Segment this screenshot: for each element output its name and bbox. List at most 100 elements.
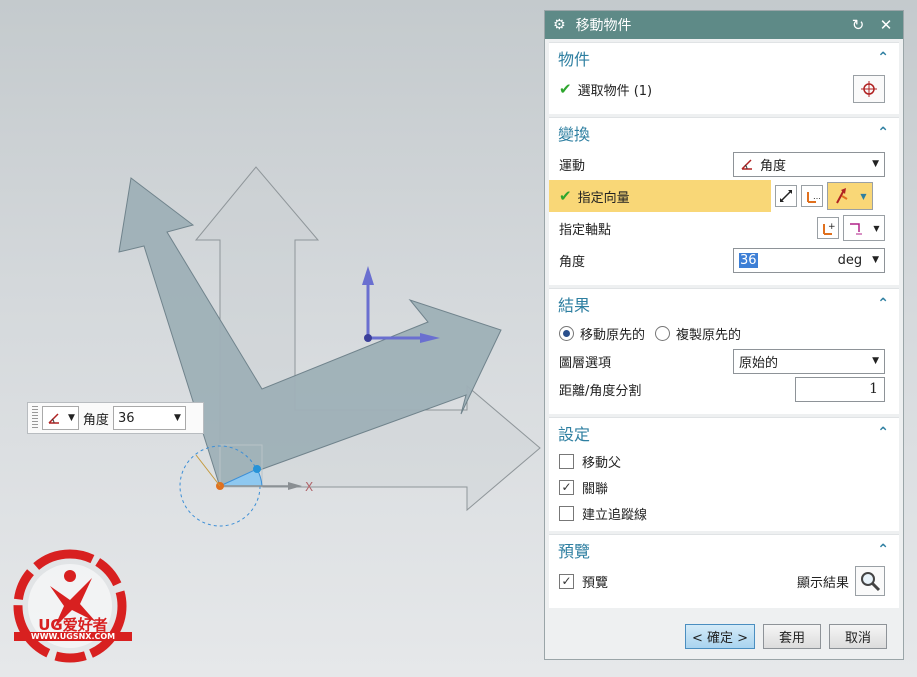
logo-graphic xyxy=(13,549,127,663)
preview-checkbox[interactable]: ✓ xyxy=(559,573,574,589)
close-icon[interactable]: ✕ xyxy=(877,16,895,34)
section-title: 設定 xyxy=(558,425,591,444)
chevron-up-icon[interactable]: ⌃ xyxy=(877,542,889,558)
triad-z-arrow xyxy=(362,266,374,285)
chevron-down-icon[interactable]: ▼ xyxy=(872,255,879,265)
vector-dialog-button[interactable]: … xyxy=(801,185,823,207)
preview-row: ✓ 預覽 顯示結果 xyxy=(549,565,899,597)
ok-button[interactable]: < 確定 > xyxy=(684,624,755,649)
reverse-direction-button[interactable] xyxy=(775,185,797,207)
rotation-handle xyxy=(253,465,261,473)
magnifier-icon xyxy=(861,572,881,592)
cancel-button[interactable]: 取消 xyxy=(829,624,887,649)
create-trace-checkbox[interactable] xyxy=(559,505,574,521)
checkmark-icon: ✔ xyxy=(559,187,572,205)
create-trace-label: 建立追蹤線 xyxy=(582,507,648,523)
chevron-up-icon[interactable]: ⌃ xyxy=(877,50,889,66)
angle-input[interactable]: 36 deg ▼ xyxy=(733,247,885,273)
angle-unit: deg xyxy=(837,252,863,268)
vector-row-highlight[interactable]: ✔ 指定向量 xyxy=(549,180,771,212)
section-header[interactable]: 預覽 ⌃ xyxy=(549,535,899,565)
section-title: 物件 xyxy=(558,50,591,69)
svg-text:+: + xyxy=(828,222,836,232)
associative-label: 關聯 xyxy=(582,481,609,497)
crosshair-icon xyxy=(861,81,877,97)
point-dialog-button[interactable]: + xyxy=(817,217,839,239)
show-result-label: 顯示結果 xyxy=(796,575,849,591)
logo-url: WWW.UGSNX.COM xyxy=(14,632,132,641)
chevron-up-icon[interactable]: ⌃ xyxy=(877,125,889,141)
motion-value: 角度 xyxy=(760,158,787,174)
move-original-radio[interactable] xyxy=(559,325,574,341)
gear-icon[interactable]: ⚙ xyxy=(553,17,566,33)
select-object-row[interactable]: ✔ 選取物件 (1) xyxy=(549,73,899,105)
inferred-vector-icon xyxy=(836,188,848,204)
chevron-down-icon: ▼ xyxy=(873,223,880,233)
show-result-button[interactable] xyxy=(855,566,885,596)
layer-value: 原始的 xyxy=(739,355,779,371)
section-title: 預覽 xyxy=(558,542,591,561)
reverse-direction-icon xyxy=(780,190,792,202)
pivot-label: 指定軸點 xyxy=(559,222,612,238)
axis-x-label: X xyxy=(305,480,313,494)
preview-label: 預覽 xyxy=(582,575,609,591)
section-title: 變換 xyxy=(558,125,591,144)
angle-row: 角度 36 deg ▼ xyxy=(549,244,899,276)
copy-original-radio[interactable] xyxy=(655,325,671,341)
copy-original-label[interactable]: 複製原先的 xyxy=(676,324,741,343)
chevron-down-icon: ▼ xyxy=(872,159,879,169)
section-header[interactable]: 物件 ⌃ xyxy=(549,43,899,73)
move-parent-label: 移動父 xyxy=(582,455,622,471)
chevron-down-icon[interactable]: ▼ xyxy=(174,413,181,423)
apply-button[interactable]: 套用 xyxy=(763,624,821,649)
result-section: 結果 ⌃ 移動原先的 複製原先的 圖層選項 原始的 ▼ 距離/角度分割 1 xyxy=(549,288,899,414)
point-dialog-icon: + xyxy=(823,222,836,235)
vector-label: 指定向量 xyxy=(577,190,630,206)
associative-row[interactable]: ✓ 關聯 xyxy=(549,474,899,500)
chevron-up-icon[interactable]: ⌃ xyxy=(877,296,889,312)
reset-icon[interactable]: ↻ xyxy=(849,16,867,34)
checkmark-icon: ✔ xyxy=(559,80,572,98)
angle-motion-icon xyxy=(48,413,59,424)
preview-section: 預覽 ⌃ ✓ 預覽 顯示結果 xyxy=(549,534,899,608)
layer-select[interactable]: 原始的 ▼ xyxy=(733,348,885,374)
motion-label: 運動 xyxy=(559,158,586,174)
dialog-titlebar[interactable]: ⚙ 移動物件 ↻ ✕ xyxy=(545,11,903,39)
graphics-viewport[interactable]: X ▼ 角度 36 ▼ UG爱好者 WWW.UGSNX.COM xyxy=(0,0,545,677)
motion-type-dropdown[interactable]: ▼ xyxy=(42,406,79,430)
dialog-footer: < 確定 > 套用 取消 xyxy=(545,624,903,649)
chevron-down-icon: ▼ xyxy=(872,356,879,366)
vector-dialog-icon: … xyxy=(807,192,820,203)
toolbar-grip[interactable] xyxy=(32,406,38,430)
motion-select[interactable]: 角度 ▼ xyxy=(733,151,885,177)
select-object-button[interactable] xyxy=(853,75,885,103)
section-header[interactable]: 變換 ⌃ xyxy=(549,118,899,148)
transform-section: 變換 ⌃ 運動 角度 ▼ ✔ 指定向量 … xyxy=(549,117,899,285)
layer-row: 圖層選項 原始的 ▼ xyxy=(549,347,899,375)
angle-label: 角度 xyxy=(82,412,109,428)
result-mode-row: 移動原先的 複製原先的 xyxy=(549,319,899,347)
section-header[interactable]: 結果 ⌃ xyxy=(549,289,899,319)
layer-label: 圖層選項 xyxy=(559,355,612,371)
angle-input[interactable]: 36 ▼ xyxy=(112,406,186,430)
section-header[interactable]: 設定 ⌃ xyxy=(549,418,899,448)
vector-inference-dropdown[interactable]: ▼ xyxy=(827,182,873,210)
move-original-label[interactable]: 移動原先的 xyxy=(580,324,645,343)
associative-checkbox[interactable]: ✓ xyxy=(559,479,574,495)
pivot-row: 指定軸點 + ▼ xyxy=(549,212,899,244)
chevron-up-icon[interactable]: ⌃ xyxy=(877,425,889,441)
angle-label: 角度 xyxy=(559,254,586,270)
move-parent-row[interactable]: 移動父 xyxy=(549,448,899,474)
trace-row[interactable]: 建立追蹤線 xyxy=(549,500,899,526)
split-input[interactable]: 1 xyxy=(795,376,885,402)
angle-value: 36 xyxy=(739,252,758,268)
move-parent-checkbox[interactable] xyxy=(559,453,574,469)
vector-row[interactable]: ✔ 指定向量 … ▼ xyxy=(549,180,899,212)
triad-origin xyxy=(364,334,372,342)
object-section: 物件 ⌃ ✔ 選取物件 (1) xyxy=(549,42,899,114)
point-inference-dropdown[interactable]: ▼ xyxy=(843,215,885,241)
angle-value: 36 xyxy=(117,410,135,426)
dialog-title: 移動物件 xyxy=(575,18,632,34)
motion-row: 運動 角度 ▼ xyxy=(549,148,899,180)
ug-logo: UG爱好者 WWW.UGSNX.COM xyxy=(10,548,132,666)
